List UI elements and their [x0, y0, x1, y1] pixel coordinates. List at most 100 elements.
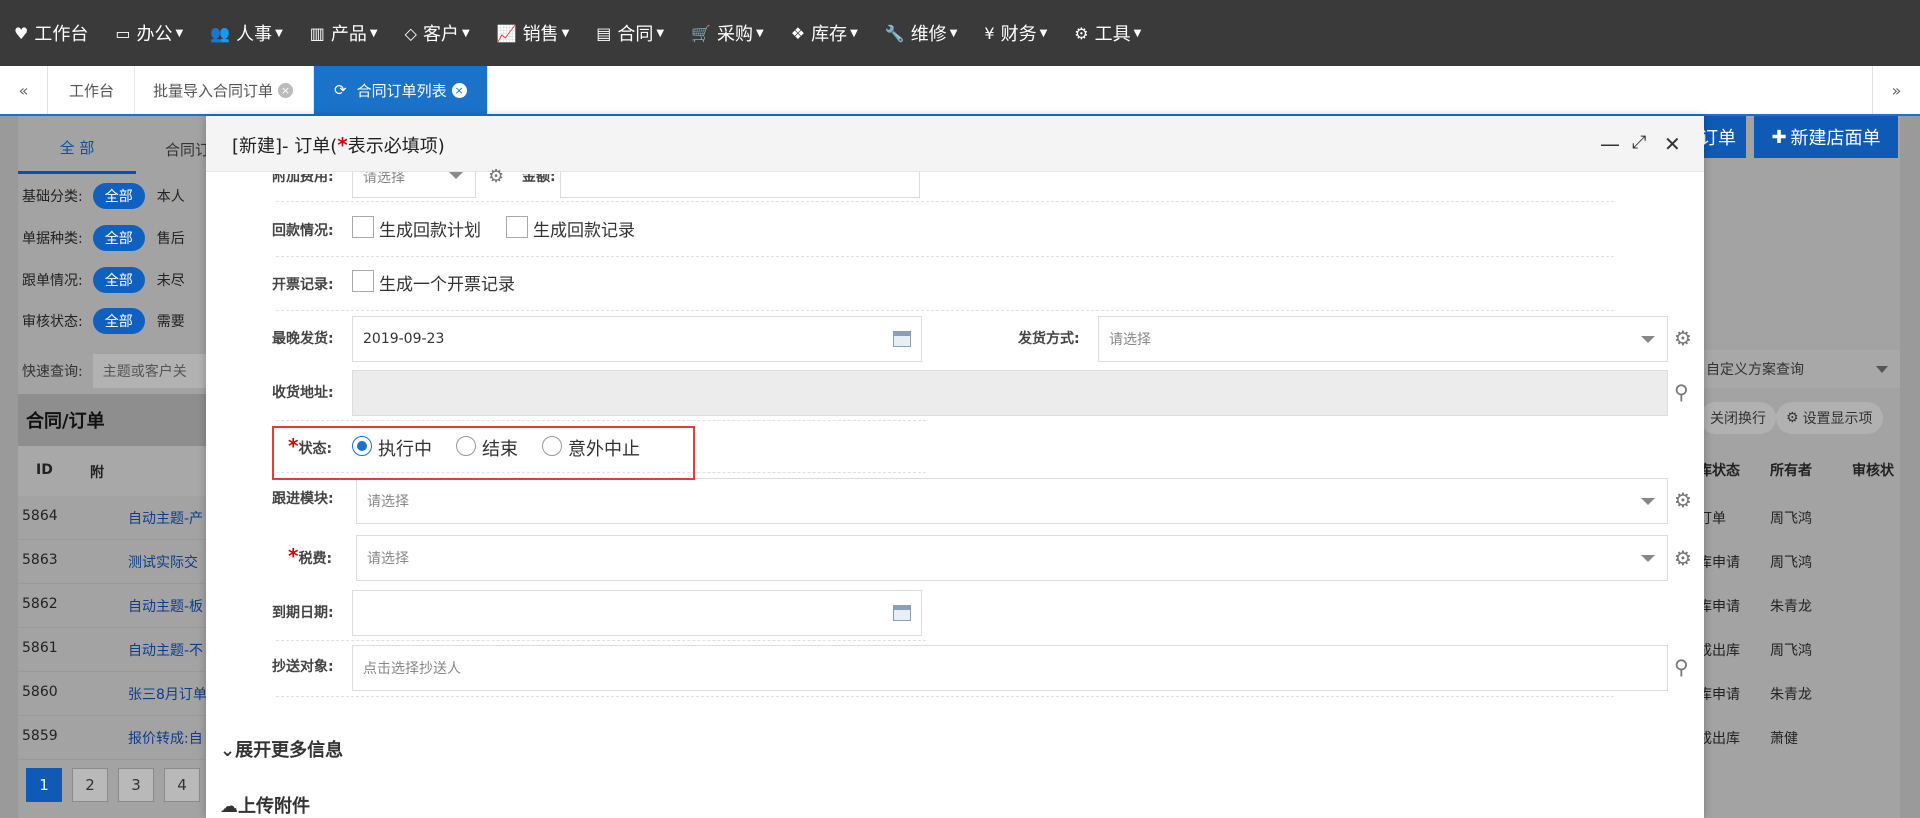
- nav-item-label: 财务: [1000, 24, 1037, 45]
- filter-option[interactable]: 售后: [157, 228, 185, 248]
- filter-pill-all[interactable]: 全部: [92, 308, 145, 334]
- close-icon[interactable]: ✕: [1664, 132, 1681, 156]
- column-header-id[interactable]: ID: [36, 462, 53, 478]
- nav-item-laptop[interactable]: ▭ 办公 ▼: [115, 20, 183, 46]
- stock-status-cell: 成出库: [1698, 731, 1740, 747]
- table-row[interactable]: 5862 自动主题-板: [18, 584, 208, 628]
- search-icon[interactable]: ⚲: [1674, 655, 1689, 679]
- upload-attachment-toggle[interactable]: ☁上传附件: [220, 792, 310, 818]
- filter-pill-all[interactable]: 全部: [92, 183, 145, 209]
- gear-icon[interactable]: ⚙: [1674, 488, 1692, 512]
- refresh-icon[interactable]: ⟳: [334, 81, 347, 99]
- nav-item-line-chart[interactable]: 📈 销售 ▼: [497, 20, 570, 46]
- tab-workbench[interactable]: 工作台: [49, 66, 136, 114]
- caret-down-icon: ▼: [949, 27, 958, 39]
- nav-item-gear[interactable]: ⚙ 工具 ▼: [1074, 20, 1141, 46]
- owner-cell: 周飞鸿: [1770, 511, 1812, 527]
- row-subject-link[interactable]: 张三8月订单: [128, 684, 207, 704]
- close-wrap-button[interactable]: 关闭换行: [1700, 402, 1776, 434]
- column-header-attachment[interactable]: 附: [90, 462, 104, 482]
- filter-label: 跟单情况:: [22, 273, 83, 289]
- filter-option[interactable]: 本人: [157, 186, 185, 206]
- nav-item-wrench[interactable]: 🔧 维修 ▼: [885, 20, 958, 46]
- page-1-button[interactable]: 1: [26, 768, 62, 802]
- page-4-button[interactable]: 4: [164, 768, 200, 802]
- filter-row: 跟单情况: 全部 未尽: [22, 267, 185, 293]
- nav-item-heart[interactable]: ♥ 工作台: [14, 20, 88, 46]
- latest-ship-date-input[interactable]: 2019-09-23: [352, 316, 922, 362]
- tab-label: 批量导入合同订单: [153, 81, 274, 100]
- button-label: 设置显示项: [1802, 411, 1873, 427]
- subtab-all[interactable]: 全 部: [18, 124, 136, 174]
- gear-icon[interactable]: ⚙: [488, 166, 504, 187]
- tab-close-icon[interactable]: ×: [278, 82, 294, 98]
- filter-option[interactable]: 需要: [157, 311, 185, 331]
- nav-item-barcode[interactable]: ▥ 产品 ▼: [310, 20, 378, 46]
- filter-option[interactable]: 未尽: [157, 270, 185, 290]
- row-id: 5861: [22, 640, 58, 656]
- nav-item-yen[interactable]: ¥ 财务 ▼: [984, 20, 1047, 46]
- nav-item-label: 客户: [422, 24, 459, 45]
- caret-down-icon: ▼: [275, 27, 283, 39]
- calendar-icon[interactable]: [893, 605, 911, 621]
- custom-query-select[interactable]: 自定义方案查询: [1700, 350, 1900, 388]
- row-subject-link[interactable]: 自动主题-板: [128, 596, 203, 616]
- invoice-record-label: 生成一个开票记录: [379, 275, 515, 295]
- row-subject-link[interactable]: 测试实际交: [128, 552, 198, 572]
- chevron-down-icon: [1641, 498, 1655, 505]
- tab-contract-order-list[interactable]: ⟳ 合同订单列表 ×: [314, 66, 488, 114]
- ship-method-select[interactable]: 请选择: [1098, 316, 1668, 362]
- table-row[interactable]: 5859 报价转成:自: [18, 716, 208, 760]
- column-header-review-status[interactable]: 审核状: [1852, 460, 1894, 480]
- column-header-owner[interactable]: 所有者: [1770, 460, 1812, 480]
- cc-input[interactable]: 点击选择抄送人: [352, 645, 1668, 691]
- page-3-button[interactable]: 3: [118, 768, 154, 802]
- tab-scroll-right-button[interactable]: »: [1872, 66, 1920, 114]
- nav-item-cubes[interactable]: ❖ 库存 ▼: [791, 20, 858, 46]
- search-icon[interactable]: ⚲: [1674, 380, 1689, 404]
- status-highlight-box: [272, 426, 695, 480]
- tax-select[interactable]: 请选择: [356, 535, 1668, 581]
- table-row[interactable]: 5860 张三8月订单: [18, 672, 208, 716]
- expand-more-toggle[interactable]: ⌄展开更多信息: [220, 736, 343, 762]
- display-settings-button[interactable]: ⚙ 设置显示项: [1776, 402, 1883, 434]
- tab-batch-import[interactable]: 批量导入合同订单 ×: [133, 66, 315, 114]
- due-date-input[interactable]: [352, 590, 922, 636]
- row-subject-link[interactable]: 自动主题-不: [128, 640, 203, 660]
- filter-pill-all[interactable]: 全部: [92, 267, 145, 293]
- gear-icon[interactable]: ⚙: [1674, 326, 1692, 350]
- payment-plan-checkbox[interactable]: [352, 216, 374, 238]
- nav-item-diamond[interactable]: ◇ 客户 ▼: [405, 20, 470, 46]
- address-input[interactable]: [352, 370, 1668, 416]
- filter-pill-all[interactable]: 全部: [92, 225, 145, 251]
- tab-close-icon[interactable]: ×: [451, 82, 467, 98]
- button-label: 关闭换行: [1710, 411, 1766, 427]
- page-2-button[interactable]: 2: [72, 768, 108, 802]
- payment-record-checkbox[interactable]: [506, 216, 528, 238]
- minimize-icon[interactable]: —: [1600, 132, 1620, 156]
- required-star: *: [288, 544, 299, 568]
- tab-scroll-left-button[interactable]: «: [0, 66, 48, 114]
- table-row[interactable]: 5864 自动主题-产: [18, 496, 208, 540]
- quick-search-input[interactable]: 主题或客户关: [92, 354, 223, 388]
- top-navigation: ♥ 工作台 ▭ 办公 ▼ 👥 人事 ▼ ▥ 产品 ▼ ◇ 客户 ▼ 📈 销售 ▼ ▤ 合同 ▼ 🛒 采购 ▼ ❖ 库存 ▼ 🔧 维修 ▼…: [0, 0, 1920, 66]
- calendar-icon[interactable]: [893, 331, 911, 347]
- gear-icon[interactable]: ⚙: [1674, 546, 1692, 570]
- maximize-icon[interactable]: ⤢: [1632, 132, 1646, 153]
- nav-item-contract[interactable]: ▤ 合同 ▼: [596, 20, 664, 46]
- tax-label: *税费:: [288, 544, 332, 568]
- invoice-record-checkbox[interactable]: [352, 270, 374, 292]
- table-row[interactable]: 5861 自动主题-不: [18, 628, 208, 672]
- new-store-order-button[interactable]: ✚ 新建店面单: [1754, 116, 1898, 158]
- caret-down-icon: ▼: [656, 27, 665, 39]
- follow-module-select[interactable]: 请选择: [356, 478, 1668, 524]
- divider: [276, 640, 926, 641]
- chevron-down-icon: [1641, 555, 1655, 562]
- column-header-stock-status[interactable]: 库状态: [1698, 460, 1740, 480]
- row-subject-link[interactable]: 自动主题-产: [128, 508, 203, 528]
- select-placeholder: 请选择: [367, 494, 409, 510]
- nav-item-cart[interactable]: 🛒 采购 ▼: [691, 20, 764, 46]
- row-subject-link[interactable]: 报价转成:自: [128, 728, 203, 748]
- table-row[interactable]: 5863 测试实际交: [18, 540, 208, 584]
- nav-item-users[interactable]: 👥 人事 ▼: [210, 20, 283, 46]
